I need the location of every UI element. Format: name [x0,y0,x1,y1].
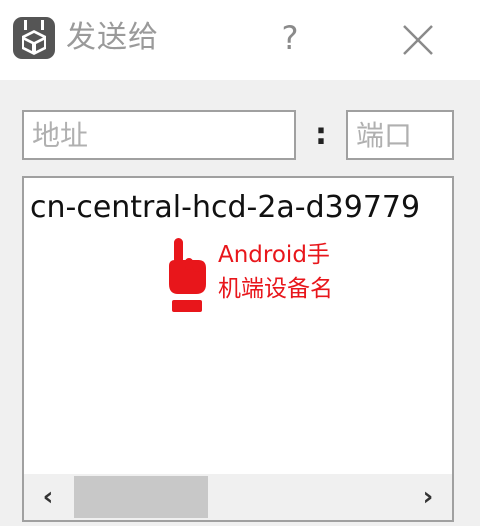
horizontal-scrollbar[interactable]: ‹ › [24,474,452,520]
package-icon [13,17,55,59]
scroll-right-icon[interactable]: › [404,474,452,520]
device-list[interactable]: cn-central-hcd-2a-d39779 Android手 机端设备名 … [22,176,454,522]
pointing-hand-icon [169,238,206,312]
hint-line-1: Android手 [218,242,330,268]
device-name-hint: Android手 机端设备名 [218,238,388,306]
device-list-item[interactable]: cn-central-hcd-2a-d39779 [30,190,420,225]
window-title: 发送给 [66,20,159,55]
close-icon[interactable] [396,18,440,62]
port-input[interactable] [346,110,454,160]
hint-line-2: 机端设备名 [218,276,333,302]
scroll-thumb[interactable] [74,476,208,518]
title-bar: 发送给 ? [0,0,480,80]
scroll-left-icon[interactable]: ‹ [24,474,72,520]
address-port-separator: : [315,117,327,152]
help-button[interactable]: ? [270,16,310,60]
address-input[interactable] [22,110,296,160]
